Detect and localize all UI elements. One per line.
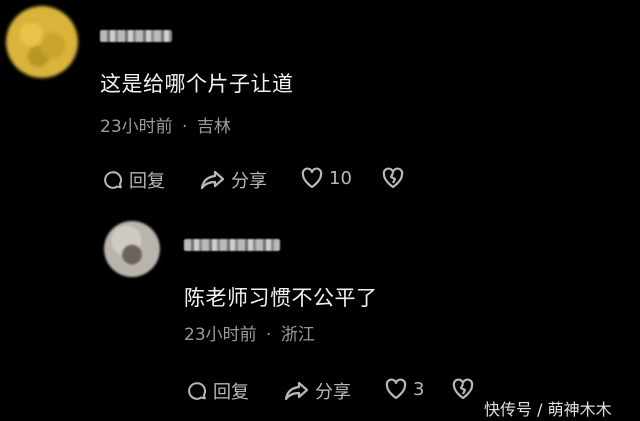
reply-comment-meta: 23小时前 · 浙江 xyxy=(184,320,315,345)
share-label: 分享 xyxy=(231,171,267,192)
heart-icon xyxy=(300,167,324,189)
reply-bubble-icon xyxy=(102,169,124,191)
share-label: 分享 xyxy=(315,382,351,403)
reply-button[interactable]: 回复 xyxy=(102,167,165,193)
reply-reply-button[interactable]: 回复 xyxy=(186,378,249,404)
reply-like-button[interactable]: 3 xyxy=(384,378,424,400)
comment-time: 23小时前 xyxy=(100,117,173,137)
commenter-username-blurred[interactable] xyxy=(100,30,172,42)
broken-heart-icon xyxy=(381,167,405,189)
reply-label: 回复 xyxy=(129,171,165,192)
reply-share-button[interactable]: 分享 xyxy=(284,378,351,404)
reply-commenter-username-blurred[interactable] xyxy=(184,239,280,251)
reply-label: 回复 xyxy=(213,382,249,403)
share-arrow-icon xyxy=(284,380,310,402)
reply-dislike-button[interactable] xyxy=(451,378,480,400)
comment-location: 吉林 xyxy=(196,117,231,137)
like-count: 10 xyxy=(329,167,352,189)
share-button[interactable]: 分享 xyxy=(200,167,267,193)
like-count: 3 xyxy=(413,378,425,400)
meta-separator: · xyxy=(182,117,188,137)
meta-separator: · xyxy=(266,325,272,345)
commenter-avatar[interactable] xyxy=(6,6,78,78)
comment-text: 这是给哪个片子让道 xyxy=(100,72,294,96)
share-arrow-icon xyxy=(200,169,226,191)
source-watermark: 快传号 / 萌神木木 xyxy=(484,400,612,419)
reply-comment-location: 浙江 xyxy=(280,325,315,345)
comment-meta: 23小时前 · 吉林 xyxy=(100,112,231,137)
reply-comment-time: 23小时前 xyxy=(184,325,257,345)
dislike-button[interactable] xyxy=(381,167,410,189)
reply-bubble-icon xyxy=(186,380,208,402)
broken-heart-icon xyxy=(451,378,475,400)
reply-commenter-avatar[interactable] xyxy=(104,221,160,277)
reply-comment-text: 陈老师习惯不公平了 xyxy=(184,286,378,310)
like-button[interactable]: 10 xyxy=(300,167,352,189)
heart-icon xyxy=(384,378,408,400)
